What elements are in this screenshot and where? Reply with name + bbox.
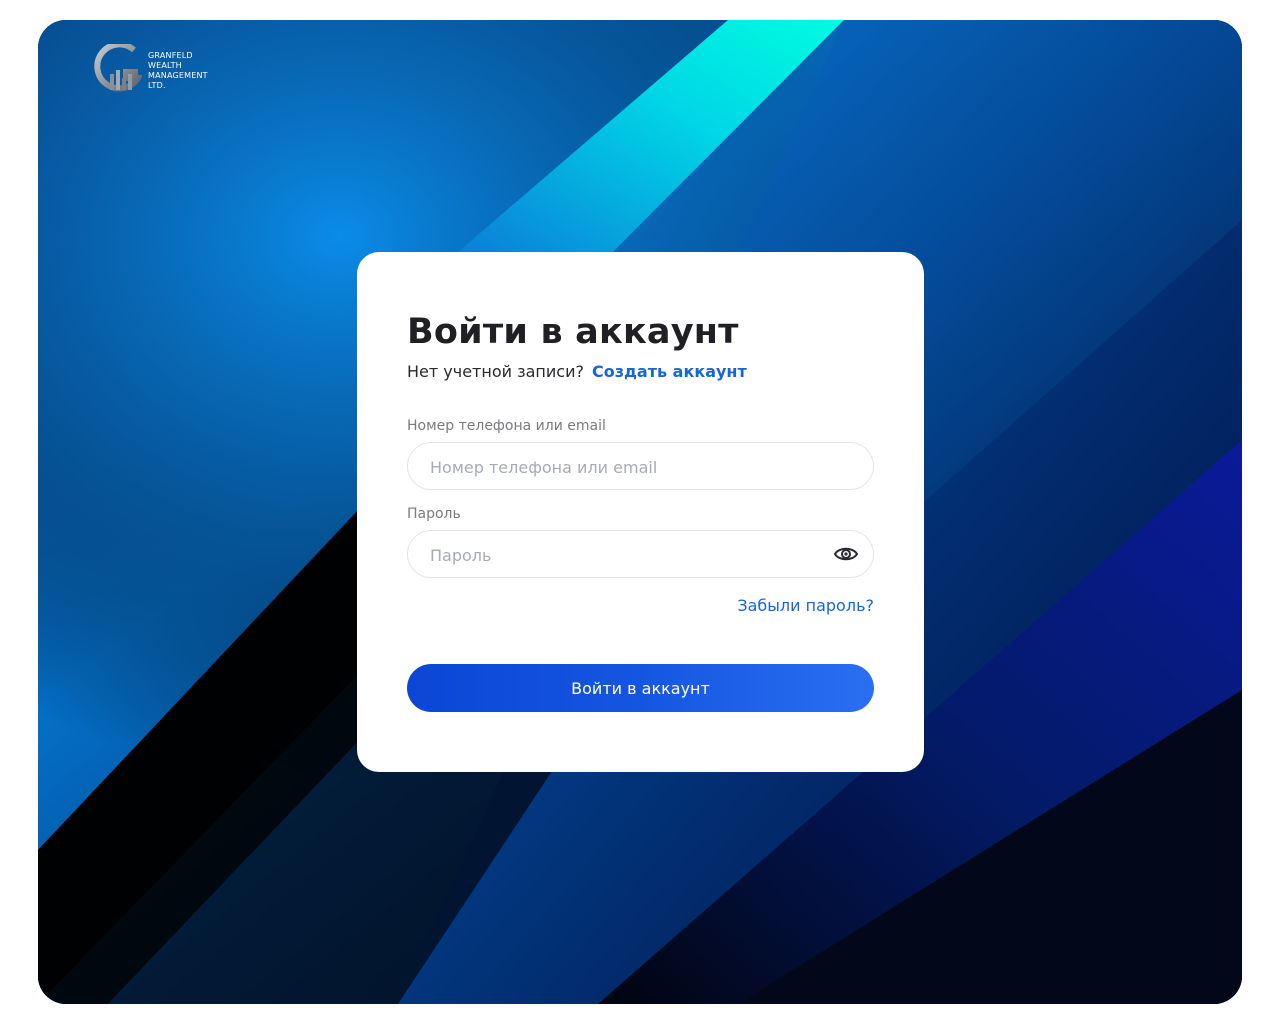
create-account-link[interactable]: Создать аккаунт: [592, 362, 747, 381]
login-submit-button[interactable]: Войти в аккаунт: [407, 664, 874, 712]
forgot-password-link[interactable]: Забыли пароль?: [737, 596, 874, 615]
login-field-wrapper: [407, 442, 874, 491]
company-name-line-2: WEALTH: [148, 61, 182, 70]
company-name-line-1: GRANFELD: [148, 51, 193, 60]
page-title: Войти в аккаунт: [407, 312, 739, 352]
company-name-line-3: MANAGEMENT: [148, 71, 208, 80]
company-name: GRANFELD WEALTH MANAGEMENT LTD.: [148, 51, 208, 91]
password-field-label: Пароль: [407, 506, 461, 522]
signup-prompt: Нет учетной записи? Создать аккаунт: [407, 362, 747, 381]
login-field-label: Номер телефона или email: [407, 418, 606, 434]
eye-icon[interactable]: [833, 543, 859, 565]
company-logo[interactable]: GRANFELD WEALTH MANAGEMENT LTD.: [94, 44, 208, 96]
password-field-wrapper: [407, 530, 874, 579]
company-name-line-4: LTD.: [148, 81, 166, 90]
password-input[interactable]: [428, 531, 832, 579]
no-account-text: Нет учетной записи?: [407, 362, 584, 381]
login-input[interactable]: [428, 443, 832, 491]
granfeld-logo-icon: [94, 44, 142, 92]
login-card: Войти в аккаунт Нет учетной записи? Созда…: [357, 252, 924, 772]
